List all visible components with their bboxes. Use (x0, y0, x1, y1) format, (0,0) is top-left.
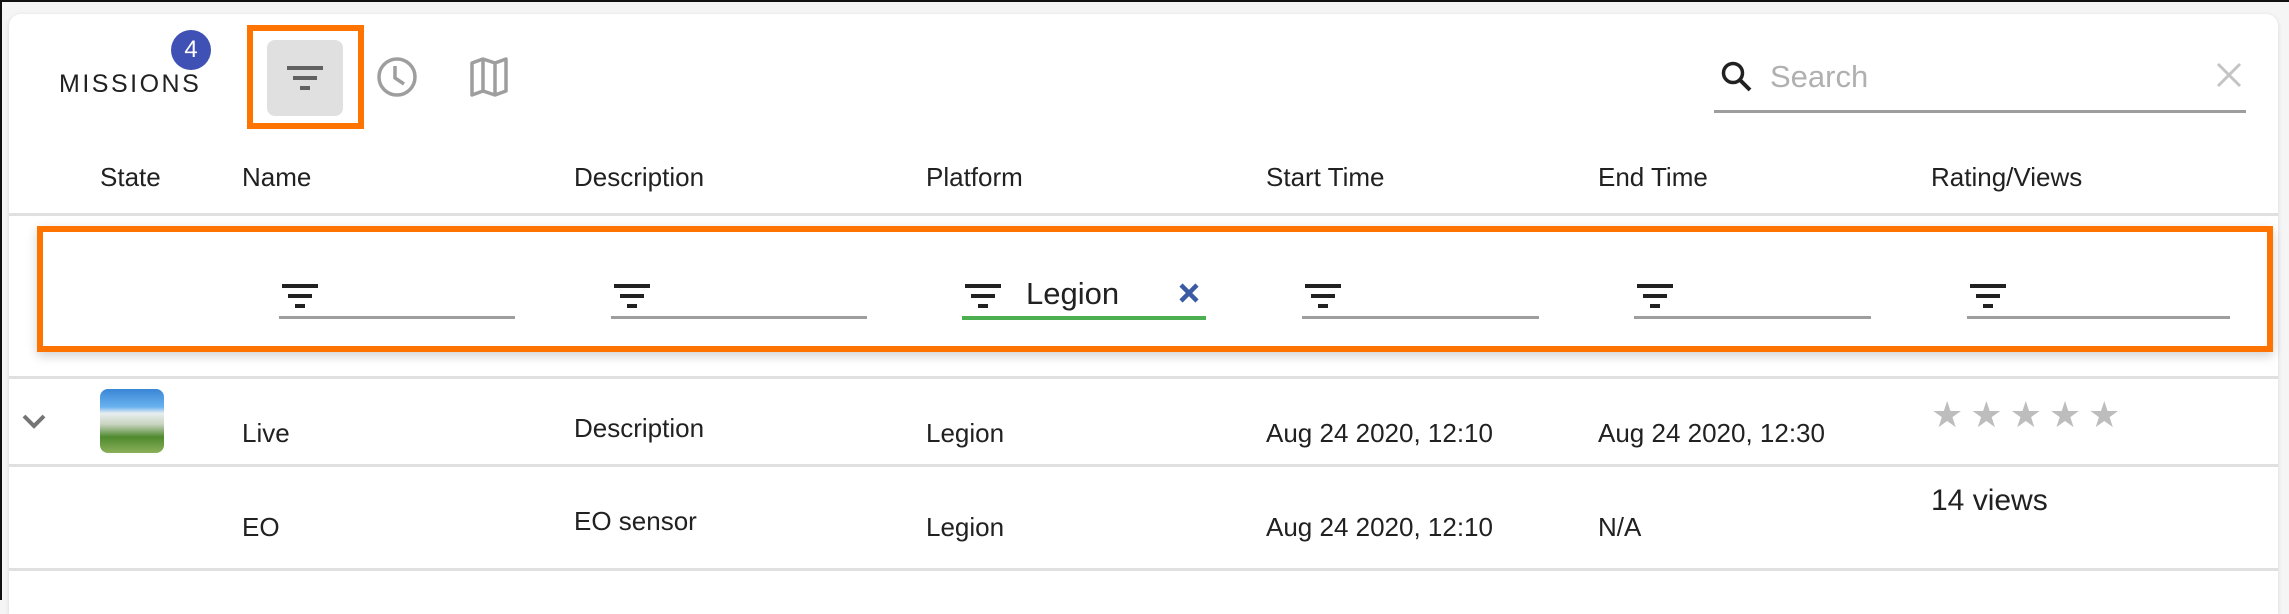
cell-end-time: N/A (1598, 512, 1642, 542)
cell-end-time: Aug 24 2020, 12:30 (1598, 418, 1825, 448)
filter-icon (614, 284, 650, 308)
filter-rating-views[interactable] (1967, 278, 2230, 319)
missions-panel: MISSIONS 4 State Name Descriptio (9, 14, 2278, 614)
count-badge: 4 (171, 30, 211, 70)
filter-icon (1637, 284, 1673, 308)
filter-end-time[interactable] (1634, 278, 1871, 319)
column-header-rating-views[interactable]: Rating/Views (1931, 162, 2082, 193)
column-header-platform[interactable]: Platform (926, 162, 1023, 193)
star-icon[interactable]: ★ (1931, 397, 1963, 433)
star-icon[interactable]: ★ (2088, 397, 2120, 433)
filter-icon (287, 66, 323, 90)
star-icon[interactable]: ★ (1970, 397, 2002, 433)
clear-search-icon[interactable] (2214, 60, 2244, 90)
clear-filter-icon[interactable] (1178, 282, 1200, 304)
star-icon[interactable]: ★ (2049, 397, 2081, 433)
views-count: 14 views (1931, 484, 2048, 517)
column-header-description[interactable]: Description (574, 162, 704, 193)
column-header-start-time[interactable]: Start Time (1266, 162, 1384, 193)
filter-name[interactable] (279, 278, 515, 319)
cell-platform: Legion (926, 512, 1005, 542)
filter-icon (1970, 284, 2006, 308)
search-field[interactable] (1714, 46, 2246, 113)
column-header-name[interactable]: Name (242, 162, 311, 193)
row-divider (9, 568, 2278, 571)
map-icon (470, 57, 508, 97)
map-view-button[interactable] (463, 51, 515, 103)
filter-icon (282, 284, 318, 308)
rating-stars[interactable]: ★ ★ ★ ★ ★ (1931, 397, 2120, 433)
column-header-state[interactable]: State (100, 162, 161, 193)
mission-thumbnail (100, 389, 164, 453)
filter-row: Legion (37, 226, 2273, 352)
chevron-down-icon[interactable] (21, 413, 47, 429)
filter-toggle-button[interactable] (267, 40, 343, 116)
header-divider (9, 213, 2278, 216)
cell-description: EO sensor (574, 506, 697, 536)
filter-description[interactable] (611, 278, 867, 319)
cell-name: Live (242, 418, 290, 448)
filter-platform-value[interactable]: Legion (1026, 276, 1119, 312)
star-icon[interactable]: ★ (2010, 397, 2042, 433)
clock-icon (377, 57, 417, 97)
filter-icon (1305, 284, 1341, 308)
panel-title: MISSIONS (59, 70, 202, 98)
cell-description: Description (574, 413, 705, 443)
history-button[interactable] (371, 51, 423, 103)
column-header-end-time[interactable]: End Time (1598, 162, 1708, 193)
filter-start-time[interactable] (1302, 278, 1539, 319)
filter-icon (965, 284, 1001, 308)
filter-platform[interactable]: Legion (962, 276, 1206, 320)
cell-start-time: Aug 24 2020, 12:10 (1266, 512, 1493, 542)
cell-start-time: Aug 24 2020, 12:10 (1266, 418, 1493, 448)
search-input[interactable] (1768, 54, 2172, 100)
cell-name: EO (242, 512, 280, 542)
search-icon (1721, 61, 1752, 92)
cell-platform: Legion (926, 418, 1005, 448)
